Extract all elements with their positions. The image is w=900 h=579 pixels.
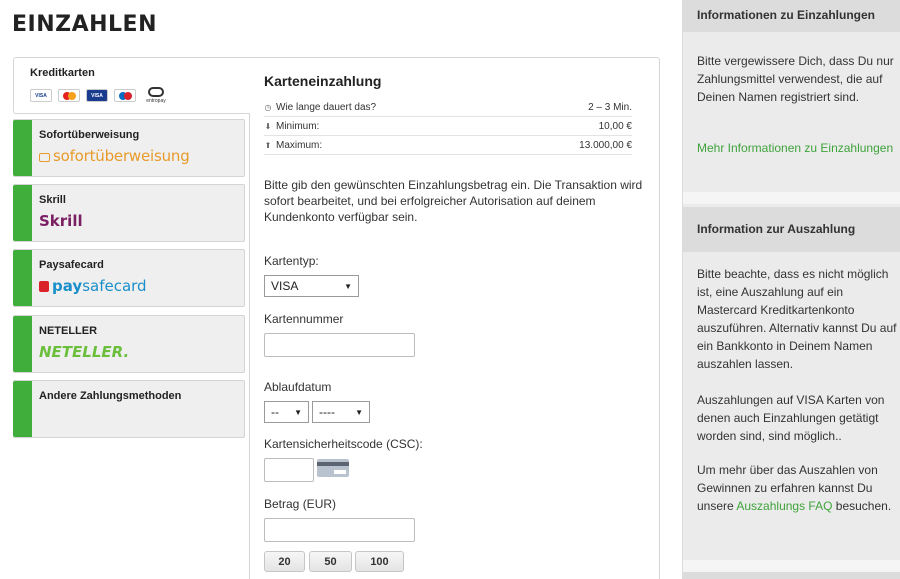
payout-info-heading: Information zur Auszahlung xyxy=(683,207,900,252)
method-label: Andere Zahlungsmethoden xyxy=(39,390,182,402)
sofort-logo-icon: sofortüberweisung xyxy=(39,147,190,165)
method-neteller[interactable]: NETELLER NETELLER. xyxy=(13,315,245,373)
sidebar-next-heading xyxy=(683,572,900,579)
csc-label: Kartensicherheitscode (CSC): xyxy=(264,437,423,451)
card-number-label: Kartennummer xyxy=(264,312,344,326)
more-deposit-info-link[interactable]: Mehr Informationen zu Einzahlungen xyxy=(697,139,897,157)
sidebar-separator xyxy=(683,560,900,572)
payout-info-text-2: Auszahlungen auf VISA Karten von denen a… xyxy=(697,393,885,443)
expiry-year-select[interactable]: ---- ▼ xyxy=(312,401,370,423)
clock-icon: ◷ xyxy=(264,102,272,112)
method-credit-cards[interactable]: Kreditkarten VISA VISA entropay xyxy=(13,57,250,114)
deposit-info-heading: Informationen zu Einzahlungen xyxy=(683,0,900,32)
dropdown-arrow-icon: ▼ xyxy=(294,407,302,417)
mastercard-logo-icon xyxy=(58,89,80,102)
skrill-logo-icon: Skrill xyxy=(39,212,83,230)
info-row-maximum: ⬆ Maximum: 13.000,00 € xyxy=(264,136,632,155)
visa-electron-logo-icon: VISA xyxy=(86,89,108,102)
deposit-info-text: Bitte vergewissere Dich, dass Du nur Zah… xyxy=(697,54,894,104)
method-label: Paysafecard xyxy=(39,259,104,271)
amount-50-button[interactable]: 50 xyxy=(309,551,352,572)
amount-input[interactable] xyxy=(264,518,415,542)
payout-info-text-3: Um mehr über das Auszahlen von Gewinnen … xyxy=(697,463,892,513)
form-title: Karteneinzahlung xyxy=(264,73,382,89)
info-value: 13.000,00 € xyxy=(579,139,632,151)
info-value: 10,00 € xyxy=(598,120,632,132)
arrow-down-icon: ⬇ xyxy=(264,121,272,131)
dropdown-arrow-icon: ▼ xyxy=(355,407,363,417)
method-other[interactable]: Andere Zahlungsmethoden xyxy=(13,380,245,438)
amount-label: Betrag (EUR) xyxy=(264,497,337,511)
method-paysafecard[interactable]: Paysafecard paysafecard xyxy=(13,249,245,307)
card-type-label: Kartentyp: xyxy=(264,254,319,268)
amount-20-button[interactable]: 20 xyxy=(264,551,305,572)
payout-info-text-1: Bitte beachte, dass es nicht möglich ist… xyxy=(697,267,897,371)
sidebar-separator xyxy=(683,192,900,204)
method-label: Skrill xyxy=(39,194,66,206)
amount-100-button[interactable]: 100 xyxy=(355,551,404,572)
csc-card-icon xyxy=(317,459,349,477)
info-value: 2 – 3 Min. xyxy=(588,101,632,113)
card-number-input[interactable] xyxy=(264,333,415,357)
arrow-up-icon: ⬆ xyxy=(264,140,272,150)
info-sidebar: Informationen zu Einzahlungen Bitte verg… xyxy=(682,0,900,579)
info-row-duration: ◷ Wie lange dauert das? 2 – 3 Min. xyxy=(264,98,632,117)
card-deposit-form: Karteneinzahlung ◷ Wie lange dauert das? … xyxy=(249,57,660,579)
method-skrill[interactable]: Skrill Skrill xyxy=(13,184,245,242)
page-title: EINZAHLEN xyxy=(12,12,157,37)
csc-input[interactable] xyxy=(264,458,314,482)
method-label: NETELLER xyxy=(39,325,98,337)
neteller-logo-icon: NETELLER. xyxy=(39,343,130,361)
dropdown-arrow-icon: ▼ xyxy=(344,281,352,291)
paysafecard-logo-icon: paysafecard xyxy=(39,277,147,295)
visa-logo-icon: VISA xyxy=(30,89,52,102)
maestro-logo-icon xyxy=(114,89,136,102)
card-type-select[interactable]: VISA ▼ xyxy=(264,275,359,297)
payout-faq-link[interactable]: Auszahlungs FAQ xyxy=(736,499,832,513)
info-row-minimum: ⬇ Minimum: 10,00 € xyxy=(264,117,632,136)
expiry-label: Ablaufdatum xyxy=(264,380,332,394)
deposit-description: Bitte gib den gewünschten Einzahlungsbet… xyxy=(264,178,643,224)
method-sofortueberweisung[interactable]: Sofortüberweisung sofortüberweisung xyxy=(13,119,245,177)
entropay-logo-icon: entropay xyxy=(142,87,170,104)
method-label: Kreditkarten xyxy=(30,67,95,79)
card-logos: VISA VISA entropay xyxy=(30,87,250,104)
expiry-month-select[interactable]: -- ▼ xyxy=(264,401,309,423)
method-label: Sofortüberweisung xyxy=(39,129,140,141)
